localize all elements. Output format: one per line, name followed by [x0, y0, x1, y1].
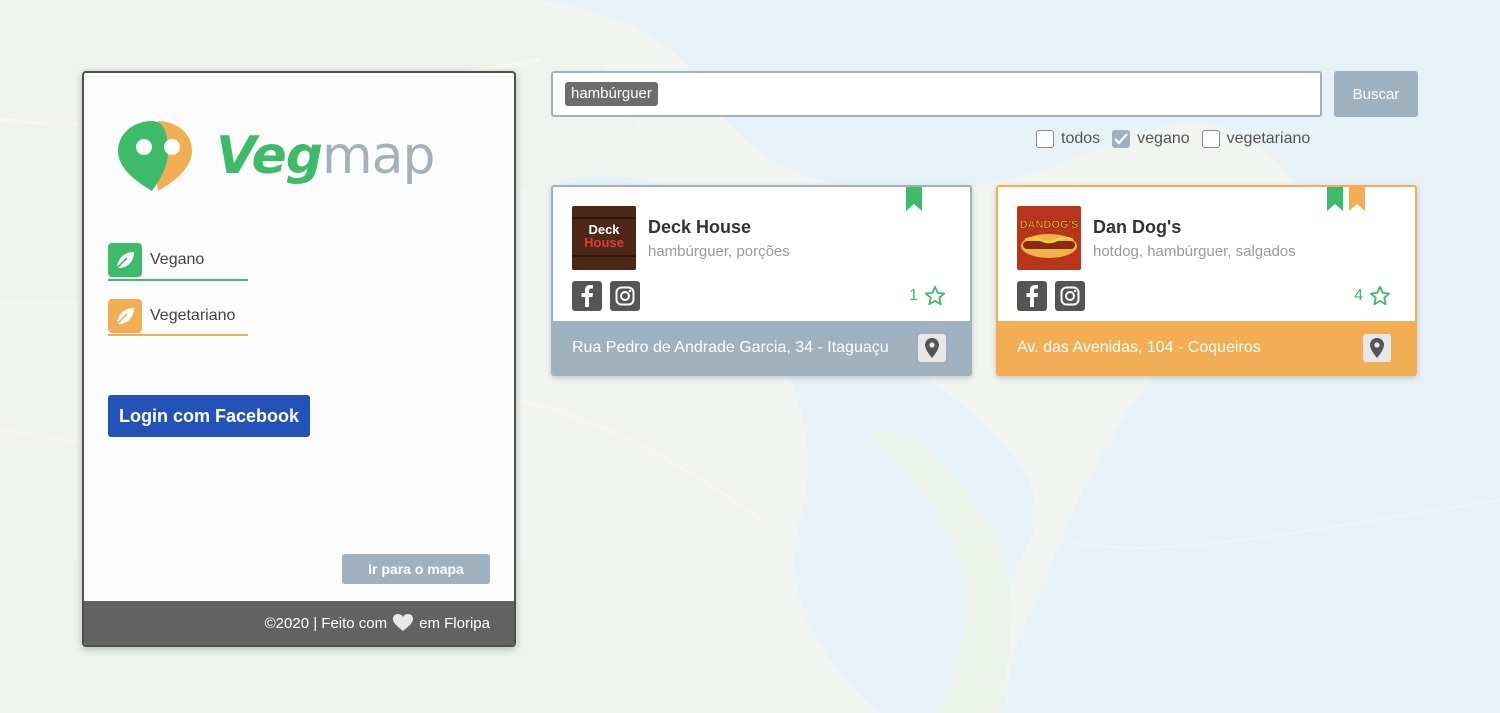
facebook-icon[interactable]: [572, 281, 602, 311]
svg-text:DANDOG'S: DANDOG'S: [1020, 219, 1079, 231]
instagram-icon[interactable]: [610, 281, 640, 311]
restaurant-name[interactable]: Dan Dog's: [1093, 217, 1181, 238]
vegan-ribbon-icon: [906, 187, 922, 211]
svg-text:House: House: [584, 235, 624, 250]
legend-vegetariano: Vegetariano: [108, 299, 248, 333]
location-pin-icon[interactable]: [918, 333, 946, 362]
legend-vegetariano-label: Vegetariano: [150, 307, 236, 324]
star-icon[interactable]: [1369, 285, 1391, 307]
restaurant-address-bar: Rua Pedro de Andrade Garcia, 34 - Itagua…: [553, 321, 970, 374]
vegan-ribbon-icon: [1327, 187, 1343, 211]
rating[interactable]: 4: [1354, 285, 1391, 307]
rating-count: 1: [909, 287, 918, 304]
restaurant-card[interactable]: Deck House Deck House hambúrguer, porçõe…: [551, 185, 972, 376]
filter-todos-label: todos: [1061, 130, 1101, 147]
vegmap-logo: Vegmap: [108, 117, 436, 195]
restaurant-address: Rua Pedro de Andrade Garcia, 34 - Itagua…: [572, 338, 889, 356]
category-ribbons: [1321, 187, 1365, 211]
social-links: [572, 281, 648, 311]
filter-vegetariano-label: vegetariano: [1226, 130, 1311, 147]
login-facebook-button[interactable]: Login com Facebook: [108, 395, 310, 437]
filter-vegano-label: vegano: [1137, 130, 1190, 147]
brand-name-part1: Veg: [216, 126, 323, 186]
social-links: [1017, 281, 1093, 311]
legend-vegetariano-underline: [108, 334, 248, 336]
brand-name-part2: map: [321, 126, 436, 186]
leaf-icon: [108, 299, 142, 333]
filter-todos[interactable]: todos: [1036, 130, 1100, 148]
legend-vegano-label: Vegano: [150, 251, 205, 268]
star-icon[interactable]: [924, 285, 946, 307]
brand-name: Vegmap: [216, 126, 436, 186]
facebook-icon[interactable]: [1017, 281, 1047, 311]
restaurant-thumbnail: Deck House: [572, 206, 636, 270]
legend-vegano: Vegano: [108, 243, 248, 277]
rating[interactable]: 1: [909, 285, 946, 307]
check-icon: [1114, 133, 1128, 145]
restaurant-card[interactable]: DANDOG'S Dan Dog's hotdog, hambúrguer, s…: [996, 185, 1417, 376]
map-pin-heart-icon: [118, 121, 192, 191]
restaurant-tags: hotdog, hambúrguer, salgados: [1093, 243, 1296, 260]
heart-icon: [393, 614, 414, 632]
search-button[interactable]: Buscar: [1334, 71, 1418, 117]
info-panel: Vegmap Vegano Vegetariano Login com Face…: [82, 71, 516, 647]
vegetarian-ribbon-icon: [1349, 187, 1365, 211]
footer-prefix: ©2020 | Feito com: [264, 614, 388, 632]
restaurant-address-bar: Av. das Avenidas, 104 - Coqueiros: [998, 321, 1415, 374]
restaurant-tags: hambúrguer, porções: [648, 243, 790, 260]
restaurant-address: Av. das Avenidas, 104 - Coqueiros: [1017, 338, 1261, 356]
checkbox-vegano[interactable]: [1112, 130, 1131, 148]
footer-suffix: em Floripa: [419, 614, 490, 632]
checkbox-vegetariano[interactable]: [1201, 130, 1220, 148]
search-tag-chip[interactable]: hambúrguer: [565, 82, 658, 106]
location-pin-icon[interactable]: [1363, 333, 1391, 362]
panel-footer: ©2020 | Feito com em Floripa: [84, 601, 514, 645]
restaurant-thumbnail: DANDOG'S: [1017, 206, 1081, 270]
filter-vegano[interactable]: vegano: [1112, 130, 1190, 148]
restaurant-name[interactable]: Deck House: [648, 217, 751, 238]
rating-count: 4: [1354, 287, 1363, 304]
go-to-map-button[interactable]: Ir para o mapa: [342, 554, 490, 584]
filter-group: todos vegano vegetariano: [1036, 130, 1322, 148]
leaf-icon: [108, 243, 142, 277]
checkbox-todos[interactable]: [1036, 130, 1054, 148]
search-input[interactable]: hambúrguer: [551, 71, 1322, 117]
instagram-icon[interactable]: [1055, 281, 1085, 311]
filter-vegetariano[interactable]: vegetariano: [1201, 130, 1311, 148]
category-ribbons: [900, 187, 922, 211]
legend-vegano-underline: [108, 279, 248, 281]
